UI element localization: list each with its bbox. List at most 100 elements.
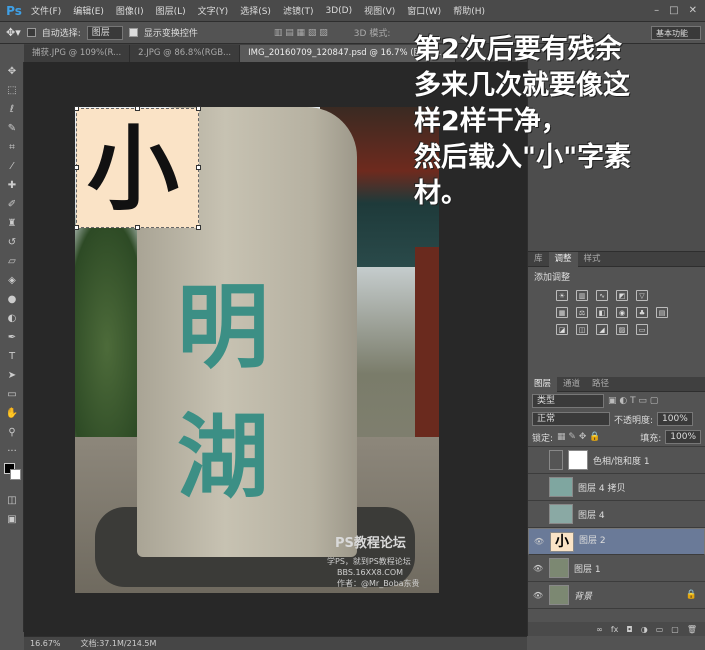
- photo-filter-icon[interactable]: ◉: [616, 307, 628, 318]
- auto-select-dropdown[interactable]: 图层: [86, 25, 123, 40]
- tab-library[interactable]: 库: [528, 252, 549, 267]
- group-icon[interactable]: ▭: [656, 625, 664, 634]
- more-tools-icon[interactable]: ···: [0, 442, 24, 461]
- transform-handle[interactable]: [74, 165, 79, 170]
- tab-doc-2[interactable]: 2.JPG @ 86.8%(RGB...: [130, 45, 241, 62]
- tab-adjustments[interactable]: 调整: [548, 251, 578, 267]
- quick-select-tool-icon[interactable]: ✎: [0, 119, 24, 138]
- layer-name[interactable]: 图层 1: [574, 562, 601, 575]
- posterize-icon[interactable]: ◫: [576, 324, 588, 335]
- eye-icon[interactable]: 👁: [532, 564, 544, 573]
- layer-filter-dropdown[interactable]: 类型: [532, 394, 604, 408]
- eraser-tool-icon[interactable]: ▱: [0, 252, 24, 271]
- adjustment-layer-icon[interactable]: ◑: [641, 625, 648, 634]
- layer-row[interactable]: 👁 背景 🔒: [528, 582, 705, 609]
- layer-name[interactable]: 图层 4: [578, 508, 605, 521]
- move-tool-icon[interactable]: ✥: [0, 62, 24, 81]
- layer-name[interactable]: 图层 4 拷贝: [578, 481, 625, 494]
- bw-icon[interactable]: ◧: [596, 307, 608, 318]
- transform-handle[interactable]: [196, 225, 201, 230]
- hand-tool-icon[interactable]: ✋: [0, 404, 24, 423]
- blur-tool-icon[interactable]: ●: [0, 290, 24, 309]
- tab-styles[interactable]: 样式: [578, 252, 607, 267]
- transform-handle[interactable]: [196, 106, 201, 111]
- channel-mixer-icon[interactable]: ♣: [636, 307, 648, 318]
- levels-icon[interactable]: ▥: [576, 290, 588, 301]
- invert-icon[interactable]: ◪: [556, 324, 568, 335]
- curves-icon[interactable]: ∿: [596, 290, 608, 301]
- selective-color-icon[interactable]: ▨: [616, 324, 628, 335]
- threshold-icon[interactable]: ◢: [596, 324, 608, 335]
- gradient-map-icon[interactable]: ▭: [636, 324, 648, 335]
- brightness-icon[interactable]: ☀: [556, 290, 568, 301]
- transform-handle[interactable]: [196, 165, 201, 170]
- transform-handle[interactable]: [74, 106, 79, 111]
- brush-tool-icon[interactable]: ✐: [0, 195, 24, 214]
- stamp-tool-icon[interactable]: ♜: [0, 214, 24, 233]
- vibrance-icon[interactable]: ▽: [636, 290, 648, 301]
- lasso-tool-icon[interactable]: ℓ: [0, 100, 24, 119]
- layer-row[interactable]: 👁 图层 1: [528, 555, 705, 582]
- menu-select[interactable]: 选择(S): [234, 4, 277, 17]
- move-tool-icon[interactable]: ✥▾: [6, 26, 21, 39]
- zoom-tool-icon[interactable]: ⚲: [0, 423, 24, 442]
- tab-layers[interactable]: 图层: [528, 376, 558, 392]
- blend-mode-dropdown[interactable]: 正常: [532, 412, 610, 426]
- hue-sat-icon[interactable]: ▦: [556, 307, 568, 318]
- layer-row[interactable]: 图层 4 拷贝: [528, 474, 705, 501]
- transform-handle[interactable]: [135, 106, 140, 111]
- shape-tool-icon[interactable]: ▭: [0, 385, 24, 404]
- eye-icon[interactable]: 👁: [532, 591, 544, 600]
- eyedropper-tool-icon[interactable]: ⁄: [0, 157, 24, 176]
- filter-icons[interactable]: ▣ ◐ T ▭ ▢: [608, 396, 658, 406]
- quick-mask-icon[interactable]: ◫: [0, 491, 24, 510]
- transform-handle[interactable]: [74, 225, 79, 230]
- tab-paths[interactable]: 路径: [586, 377, 615, 392]
- pen-tool-icon[interactable]: ✒: [0, 328, 24, 347]
- fx-icon[interactable]: fx: [611, 625, 619, 634]
- path-select-icon[interactable]: ➤: [0, 366, 24, 385]
- menu-view[interactable]: 视图(V): [358, 4, 401, 17]
- type-tool-icon[interactable]: T: [0, 347, 24, 366]
- exposure-icon[interactable]: ◩: [616, 290, 628, 301]
- zoom-level[interactable]: 16.67%: [30, 639, 61, 648]
- new-layer-icon[interactable]: ▢: [671, 625, 679, 634]
- tab-doc-1[interactable]: 捕获.JPG @ 109%(R...: [24, 45, 131, 62]
- menu-type[interactable]: 文字(Y): [192, 4, 235, 17]
- layer-row[interactable]: 色相/饱和度 1: [528, 447, 705, 474]
- layer-name[interactable]: 色相/饱和度 1: [593, 454, 650, 467]
- dodge-tool-icon[interactable]: ◐: [0, 309, 24, 328]
- fill-input[interactable]: 100%: [665, 430, 701, 444]
- auto-select-checkbox[interactable]: [26, 28, 36, 37]
- color-swatches[interactable]: [0, 461, 23, 491]
- menu-layer[interactable]: 图层(L): [150, 4, 192, 17]
- document-size[interactable]: 文档:37.1M/214.5M: [81, 638, 157, 649]
- menu-help[interactable]: 帮助(H): [447, 4, 491, 17]
- layer-row-selected[interactable]: 👁 小 图层 2: [528, 528, 705, 555]
- history-brush-icon[interactable]: ↺: [0, 233, 24, 252]
- menu-window[interactable]: 窗口(W): [401, 4, 447, 17]
- close-button[interactable]: ✕: [689, 5, 697, 16]
- layer-name[interactable]: 背景: [574, 589, 592, 602]
- bucket-tool-icon[interactable]: ◈: [0, 271, 24, 290]
- lock-icons[interactable]: ▦ ✎ ✥ 🔒: [557, 432, 600, 442]
- menu-file[interactable]: 文件(F): [25, 4, 67, 17]
- menu-filter[interactable]: 滤镜(T): [277, 4, 320, 17]
- show-transform-checkbox[interactable]: [128, 28, 138, 37]
- background-color[interactable]: [10, 469, 21, 480]
- minimize-button[interactable]: –: [654, 5, 659, 16]
- eye-icon[interactable]: 👁: [533, 535, 545, 548]
- layer-name[interactable]: 图层 2: [579, 535, 606, 548]
- align-icons[interactable]: ▥ ▤ ▦ ▧ ▨: [274, 28, 328, 38]
- marquee-tool-icon[interactable]: ⬚: [0, 81, 24, 100]
- link-icon[interactable]: ∞: [596, 625, 603, 634]
- trash-icon[interactable]: 🗑: [687, 625, 697, 634]
- healing-tool-icon[interactable]: ✚: [0, 176, 24, 195]
- tab-channels[interactable]: 通道: [557, 377, 586, 392]
- maximize-button[interactable]: □: [669, 5, 678, 16]
- layer-row[interactable]: 图层 4: [528, 501, 705, 528]
- opacity-input[interactable]: 100%: [657, 412, 693, 426]
- menu-image[interactable]: 图像(I): [110, 4, 150, 17]
- menu-3d[interactable]: 3D(D): [319, 6, 358, 16]
- color-balance-icon[interactable]: ⚖: [576, 307, 588, 318]
